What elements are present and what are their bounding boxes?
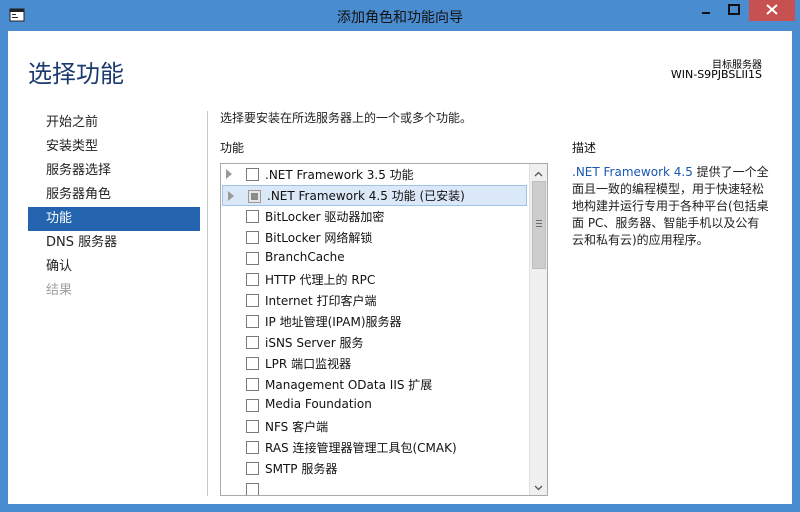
feature-checkbox[interactable] xyxy=(246,231,259,244)
nav-divider xyxy=(207,111,208,496)
feature-label: RAS 连接管理器管理工具包(CMAK) xyxy=(265,441,457,455)
description-link[interactable]: .NET Framework 4.5 xyxy=(572,165,693,179)
feature-label: HTTP 代理上的 RPC xyxy=(265,273,376,287)
page-title: 选择功能 xyxy=(28,60,124,88)
feature-label: BranchCache xyxy=(265,250,345,264)
feature-label: Management OData IIS 扩展 xyxy=(265,378,433,392)
feature-row[interactable]: LPR 端口监视器 xyxy=(221,353,529,374)
nav-item: 结果 xyxy=(46,283,73,298)
nav-item[interactable]: 功能 xyxy=(28,207,200,231)
feature-label: .NET Framework 3.5 功能 xyxy=(265,168,414,182)
feature-checkbox[interactable] xyxy=(246,399,259,412)
feature-row[interactable]: .NET Framework 4.5 功能 (已安装) xyxy=(222,185,527,206)
title-bar[interactable]: 添加角色和功能向导 xyxy=(0,0,800,31)
close-icon xyxy=(766,3,778,18)
feature-checkbox[interactable] xyxy=(246,462,259,475)
scroll-down-button[interactable] xyxy=(530,478,547,495)
feature-label: iSNS Server 服务 xyxy=(265,336,364,350)
feature-row[interactable]: RAS 连接管理器管理工具包(CMAK) xyxy=(221,437,529,458)
feature-row[interactable]: .NET Framework 3.5 功能 xyxy=(221,164,529,185)
feature-label: BitLocker 驱动器加密 xyxy=(265,210,385,224)
nav-item[interactable]: DNS 服务器 xyxy=(28,231,200,255)
feature-checkbox[interactable] xyxy=(246,357,259,370)
feature-row[interactable]: iSNS Server 服务 xyxy=(221,332,529,353)
wizard-nav: 开始之前 安装类型 服务器选择 服务器角色 功能 DNS 服务器 确认结果 xyxy=(28,111,200,303)
nav-item[interactable]: 开始之前 xyxy=(28,111,200,135)
feature-label: IP 地址管理(IPAM)服务器 xyxy=(265,315,402,329)
window-title: 添加角色和功能向导 xyxy=(337,10,463,26)
minimize-icon xyxy=(701,4,711,18)
feature-checkbox[interactable] xyxy=(246,294,259,307)
feature-checkbox[interactable] xyxy=(248,190,261,203)
scroll-up-button[interactable] xyxy=(530,164,547,181)
feature-row[interactable]: BitLocker 网络解锁 xyxy=(221,227,529,248)
features-list[interactable]: .NET Framework 3.5 功能 .NET Framework 4.5 … xyxy=(220,163,548,496)
chevron-down-icon xyxy=(534,480,543,494)
maximize-button[interactable] xyxy=(721,0,747,21)
feature-label: Media Foundation xyxy=(265,397,372,411)
feature-label: .NET Framework 4.5 功能 (已安装) xyxy=(267,189,465,203)
feature-checkbox[interactable] xyxy=(246,420,259,433)
features-scrollbar[interactable] xyxy=(529,164,547,495)
feature-label: SMTP 服务器 xyxy=(265,462,338,476)
feature-checkbox[interactable] xyxy=(246,378,259,391)
feature-label: BitLocker 网络解锁 xyxy=(265,231,373,245)
target-server-name: WIN-S9PJBSLII1S xyxy=(670,68,762,81)
grip-line xyxy=(536,220,542,221)
feature-row[interactable]: HTTP 代理上的 RPC xyxy=(221,269,529,290)
minimize-button[interactable] xyxy=(693,0,719,21)
feature-checkbox[interactable] xyxy=(246,483,259,495)
feature-checkbox[interactable] xyxy=(246,441,259,454)
feature-row[interactable]: NFS 客户端 xyxy=(221,416,529,437)
nav-item[interactable]: 安装类型 xyxy=(28,135,200,159)
feature-row[interactable]: SMTP 服务器 xyxy=(221,458,529,479)
feature-label: Internet 打印客户端 xyxy=(265,294,377,308)
maximize-icon xyxy=(728,3,740,18)
feature-row[interactable]: IP 地址管理(IPAM)服务器 xyxy=(221,311,529,332)
feature-row[interactable]: BitLocker 驱动器加密 xyxy=(221,206,529,227)
feature-row[interactable]: BranchCache xyxy=(221,248,529,269)
feature-label: LPR 端口监视器 xyxy=(265,357,352,371)
nav-item[interactable]: 服务器角色 xyxy=(28,183,200,207)
feature-checkbox[interactable] xyxy=(246,336,259,349)
nav-item[interactable]: 确认 xyxy=(28,255,200,279)
features-heading: 功能 xyxy=(220,141,245,155)
description-heading: 描述 xyxy=(572,141,597,155)
feature-row[interactable]: Internet 打印客户端 xyxy=(221,290,529,311)
feature-checkbox[interactable] xyxy=(246,273,259,286)
feature-row[interactable]: Media Foundation xyxy=(221,395,529,416)
grip-line xyxy=(536,226,542,227)
wizard-window: 添加角色和功能向导 选择功能 目标服务器 WIN-S9PJBSLII1S 开始之… xyxy=(0,0,800,512)
feature-row[interactable]: Management OData IIS 扩展 xyxy=(221,374,529,395)
scroll-thumb[interactable] xyxy=(532,181,546,269)
close-button[interactable] xyxy=(749,0,795,21)
nav-item[interactable]: 服务器选择 xyxy=(28,159,200,183)
expand-arrow-icon[interactable] xyxy=(228,191,234,201)
feature-label: NFS 客户端 xyxy=(265,420,329,434)
grip-line xyxy=(536,223,542,224)
feature-checkbox[interactable] xyxy=(246,252,259,265)
feature-checkbox[interactable] xyxy=(246,168,259,181)
chevron-up-icon xyxy=(534,166,543,180)
expand-arrow-icon[interactable] xyxy=(226,169,232,179)
feature-checkbox[interactable] xyxy=(246,210,259,223)
instruction-text: 选择要安装在所选服务器上的一个或多个功能。 xyxy=(220,111,473,125)
wizard-client-area: 选择功能 目标服务器 WIN-S9PJBSLII1S 开始之前 安装类型 服务器选择… xyxy=(8,31,792,504)
feature-row[interactable] xyxy=(221,479,529,495)
feature-checkbox[interactable] xyxy=(246,315,259,328)
description-text: .NET Framework 4.5 提供了一个全面且一致的编程模型，用于快速轻… xyxy=(572,164,770,249)
